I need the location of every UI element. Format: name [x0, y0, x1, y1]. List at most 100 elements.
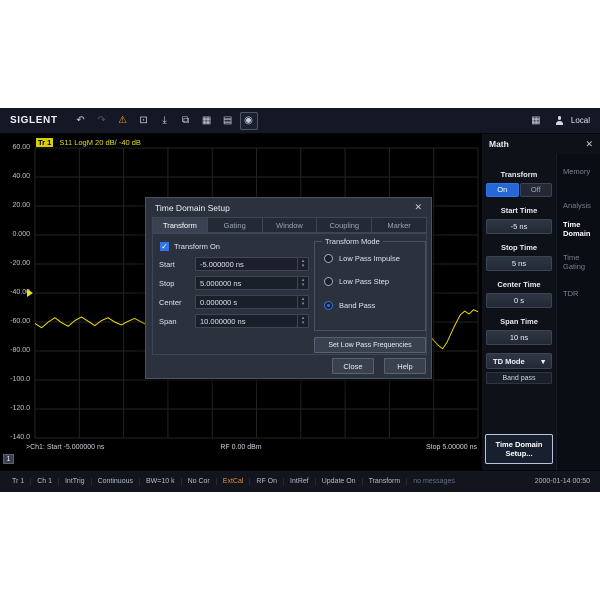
stop-time-value-button[interactable]: 5 ns — [486, 256, 552, 271]
screenshot-icon[interactable]: ◉ — [240, 112, 258, 130]
spinner-icon[interactable]: ▴▾ — [297, 258, 308, 270]
radio-icon[interactable] — [324, 277, 333, 286]
sidebar-close-icon[interactable]: ✕ — [585, 139, 593, 150]
transform-on-label: Transform On — [174, 242, 220, 251]
sidebar-tab-memory[interactable]: Memory — [563, 167, 598, 176]
sidebar-tab-analysis[interactable]: Analysis — [563, 201, 598, 210]
field-label: Stop — [159, 279, 195, 288]
span-time-value-button[interactable]: 10 ns — [486, 330, 552, 345]
toolbar-right-icons: ▦ — [527, 112, 548, 130]
start-time-label: Start Time — [486, 206, 552, 215]
status-item-no-cor: No Cor — [182, 478, 217, 485]
dialog-close-icon[interactable]: ✕ — [414, 202, 422, 213]
radio-label: Band Pass — [339, 301, 375, 310]
dialog-tab-transform[interactable]: Transform — [152, 217, 208, 233]
trace-badge[interactable]: Tr 1 — [36, 138, 53, 147]
time-domain-setup-button[interactable]: Time Domain Setup... — [485, 434, 553, 464]
radio-option-low-pass-impulse[interactable]: Low Pass Impulse — [324, 252, 400, 264]
status-item-continuous: Continuous — [92, 478, 140, 485]
transform-on-row[interactable]: ✓ Transform On — [160, 242, 220, 251]
status-item-bw-10-k: BW=10 k — [140, 478, 182, 485]
usb-save-icon[interactable]: ⤓ — [156, 112, 174, 130]
field-label: Start — [159, 260, 195, 269]
y-axis-label: 0.000 — [0, 231, 30, 238]
warning-icon[interactable]: ⚠ — [114, 112, 132, 130]
save-icon[interactable]: ▦ — [198, 112, 216, 130]
redo-icon[interactable]: ↷ — [93, 112, 111, 130]
math-menu-sidebar: Math ✕ Memory Analysis Time Domain Time Gat… — [482, 134, 600, 470]
transform-mode-group-label: Transform Mode — [322, 237, 383, 246]
print-icon[interactable]: ▤ — [219, 112, 237, 130]
transform-off-button[interactable]: Off — [520, 183, 553, 197]
close-button[interactable]: Close — [332, 358, 374, 374]
status-bar: Tr 1Ch 1IntTrigContinuousBW=10 kNo CorEx… — [0, 470, 600, 492]
dialog-field-center: Center0.000000 s▴▾ — [159, 295, 309, 309]
field-label: Center — [159, 298, 195, 307]
top-toolbar: SIGLENT ↶↷⚠⊡⤓⧉▦▤◉ ▦ Local — [0, 108, 600, 134]
y-axis-label: -80.00 — [0, 347, 30, 354]
status-item-tr-1: Tr 1 — [6, 478, 31, 485]
channel-badge[interactable]: 1 — [3, 454, 14, 464]
set-low-pass-frequencies-button[interactable]: Set Low Pass Frequencies — [314, 337, 426, 353]
radio-option-low-pass-step[interactable]: Low Pass Step — [324, 275, 389, 287]
sidebar-tab-tdr[interactable]: TDR — [563, 289, 598, 298]
radio-icon[interactable] — [324, 254, 333, 263]
status-item-update-on: Update On — [316, 478, 363, 485]
y-axis-label: 20.00 — [0, 202, 30, 209]
y-axis-label: 40.00 — [0, 173, 30, 180]
sidebar-fields: Start Time-5 nsStop Time5 nsCenter Time0… — [486, 206, 552, 345]
radio-label: Low Pass Impulse — [339, 254, 400, 263]
y-axis-label: -120.0 — [0, 405, 30, 412]
field-input-start[interactable]: -5.000000 ns▴▾ — [195, 257, 309, 271]
spinner-icon[interactable]: ▴▾ — [297, 277, 308, 289]
radio-label: Low Pass Step — [339, 277, 389, 286]
sidebar-tab-time-domain[interactable]: Time Domain — [563, 220, 598, 238]
sweep-stop-label: Stop 5.00000 ns — [426, 444, 477, 451]
y-axis-label: -100.0 — [0, 376, 30, 383]
status-datetime: 2000-01-14 00:50 — [535, 478, 594, 485]
layout-icon[interactable]: ▦ — [527, 112, 545, 130]
y-axis-label: 60.00 — [0, 144, 30, 151]
td-mode-dropdown[interactable]: TD Mode ▾ — [486, 353, 552, 369]
radio-option-band-pass[interactable]: Band Pass — [324, 299, 375, 311]
toolbar-right: ▦ Local — [527, 112, 600, 130]
time-domain-setup-dialog: Time Domain Setup ✕ TransformGatingWindo… — [145, 197, 432, 379]
dialog-title: Time Domain Setup — [155, 203, 230, 213]
copy-icon[interactable]: ⧉ — [177, 112, 195, 130]
field-label: Span — [159, 317, 195, 326]
spinner-icon[interactable]: ▴▾ — [297, 315, 308, 327]
dialog-tab-marker[interactable]: Marker — [372, 217, 427, 233]
dialog-title-bar[interactable]: Time Domain Setup ✕ — [146, 198, 431, 217]
display-icon[interactable]: ⊡ — [135, 112, 153, 130]
y-axis-label: -40.00 — [0, 289, 30, 296]
sidebar-tab-time-gating[interactable]: Time Gating — [563, 253, 598, 271]
transform-on-checkbox[interactable]: ✓ — [160, 242, 169, 251]
plot-footer: >Ch1: Start -5.000000 ns RF 0.00 dBm Sto… — [0, 444, 482, 456]
siglent-logo: SIGLENT — [10, 115, 58, 126]
field-input-span[interactable]: 10.000000 ns▴▾ — [195, 314, 309, 328]
dialog-tab-coupling[interactable]: Coupling — [317, 217, 372, 233]
status-item-no-messages: no messages — [407, 478, 461, 485]
transform-label: Transform — [486, 170, 552, 179]
field-input-center[interactable]: 0.000000 s▴▾ — [195, 295, 309, 309]
help-button[interactable]: Help — [384, 358, 426, 374]
reference-level-marker-icon — [27, 289, 33, 297]
td-mode-value[interactable]: Band pass — [486, 372, 552, 384]
start-time-value-button[interactable]: -5 ns — [486, 219, 552, 234]
stop-time-label: Stop Time — [486, 243, 552, 252]
undo-icon[interactable]: ↶ — [72, 112, 90, 130]
trace-label: Tr 1 S11 LogM 20 dB/ -40 dB — [36, 138, 141, 147]
field-input-stop[interactable]: 5.000000 ns▴▾ — [195, 276, 309, 290]
dialog-tab-window[interactable]: Window — [263, 217, 318, 233]
y-axis-label: -140.0 — [0, 434, 30, 441]
local-label[interactable]: Local — [571, 116, 590, 125]
dialog-tab-gating[interactable]: Gating — [208, 217, 263, 233]
radio-icon[interactable] — [324, 301, 333, 310]
chevron-down-icon: ▾ — [541, 357, 545, 366]
toolbar-icons: ↶↷⚠⊡⤓⧉▦▤◉ — [72, 112, 261, 130]
sidebar-header: Math ✕ — [482, 134, 600, 154]
transform-on-button[interactable]: On — [486, 183, 519, 197]
spinner-icon[interactable]: ▴▾ — [297, 296, 308, 308]
sidebar-controls: Transform On Off Start Time -5 ns Stop Tim… — [482, 154, 556, 470]
center-time-value-button[interactable]: 0 s — [486, 293, 552, 308]
